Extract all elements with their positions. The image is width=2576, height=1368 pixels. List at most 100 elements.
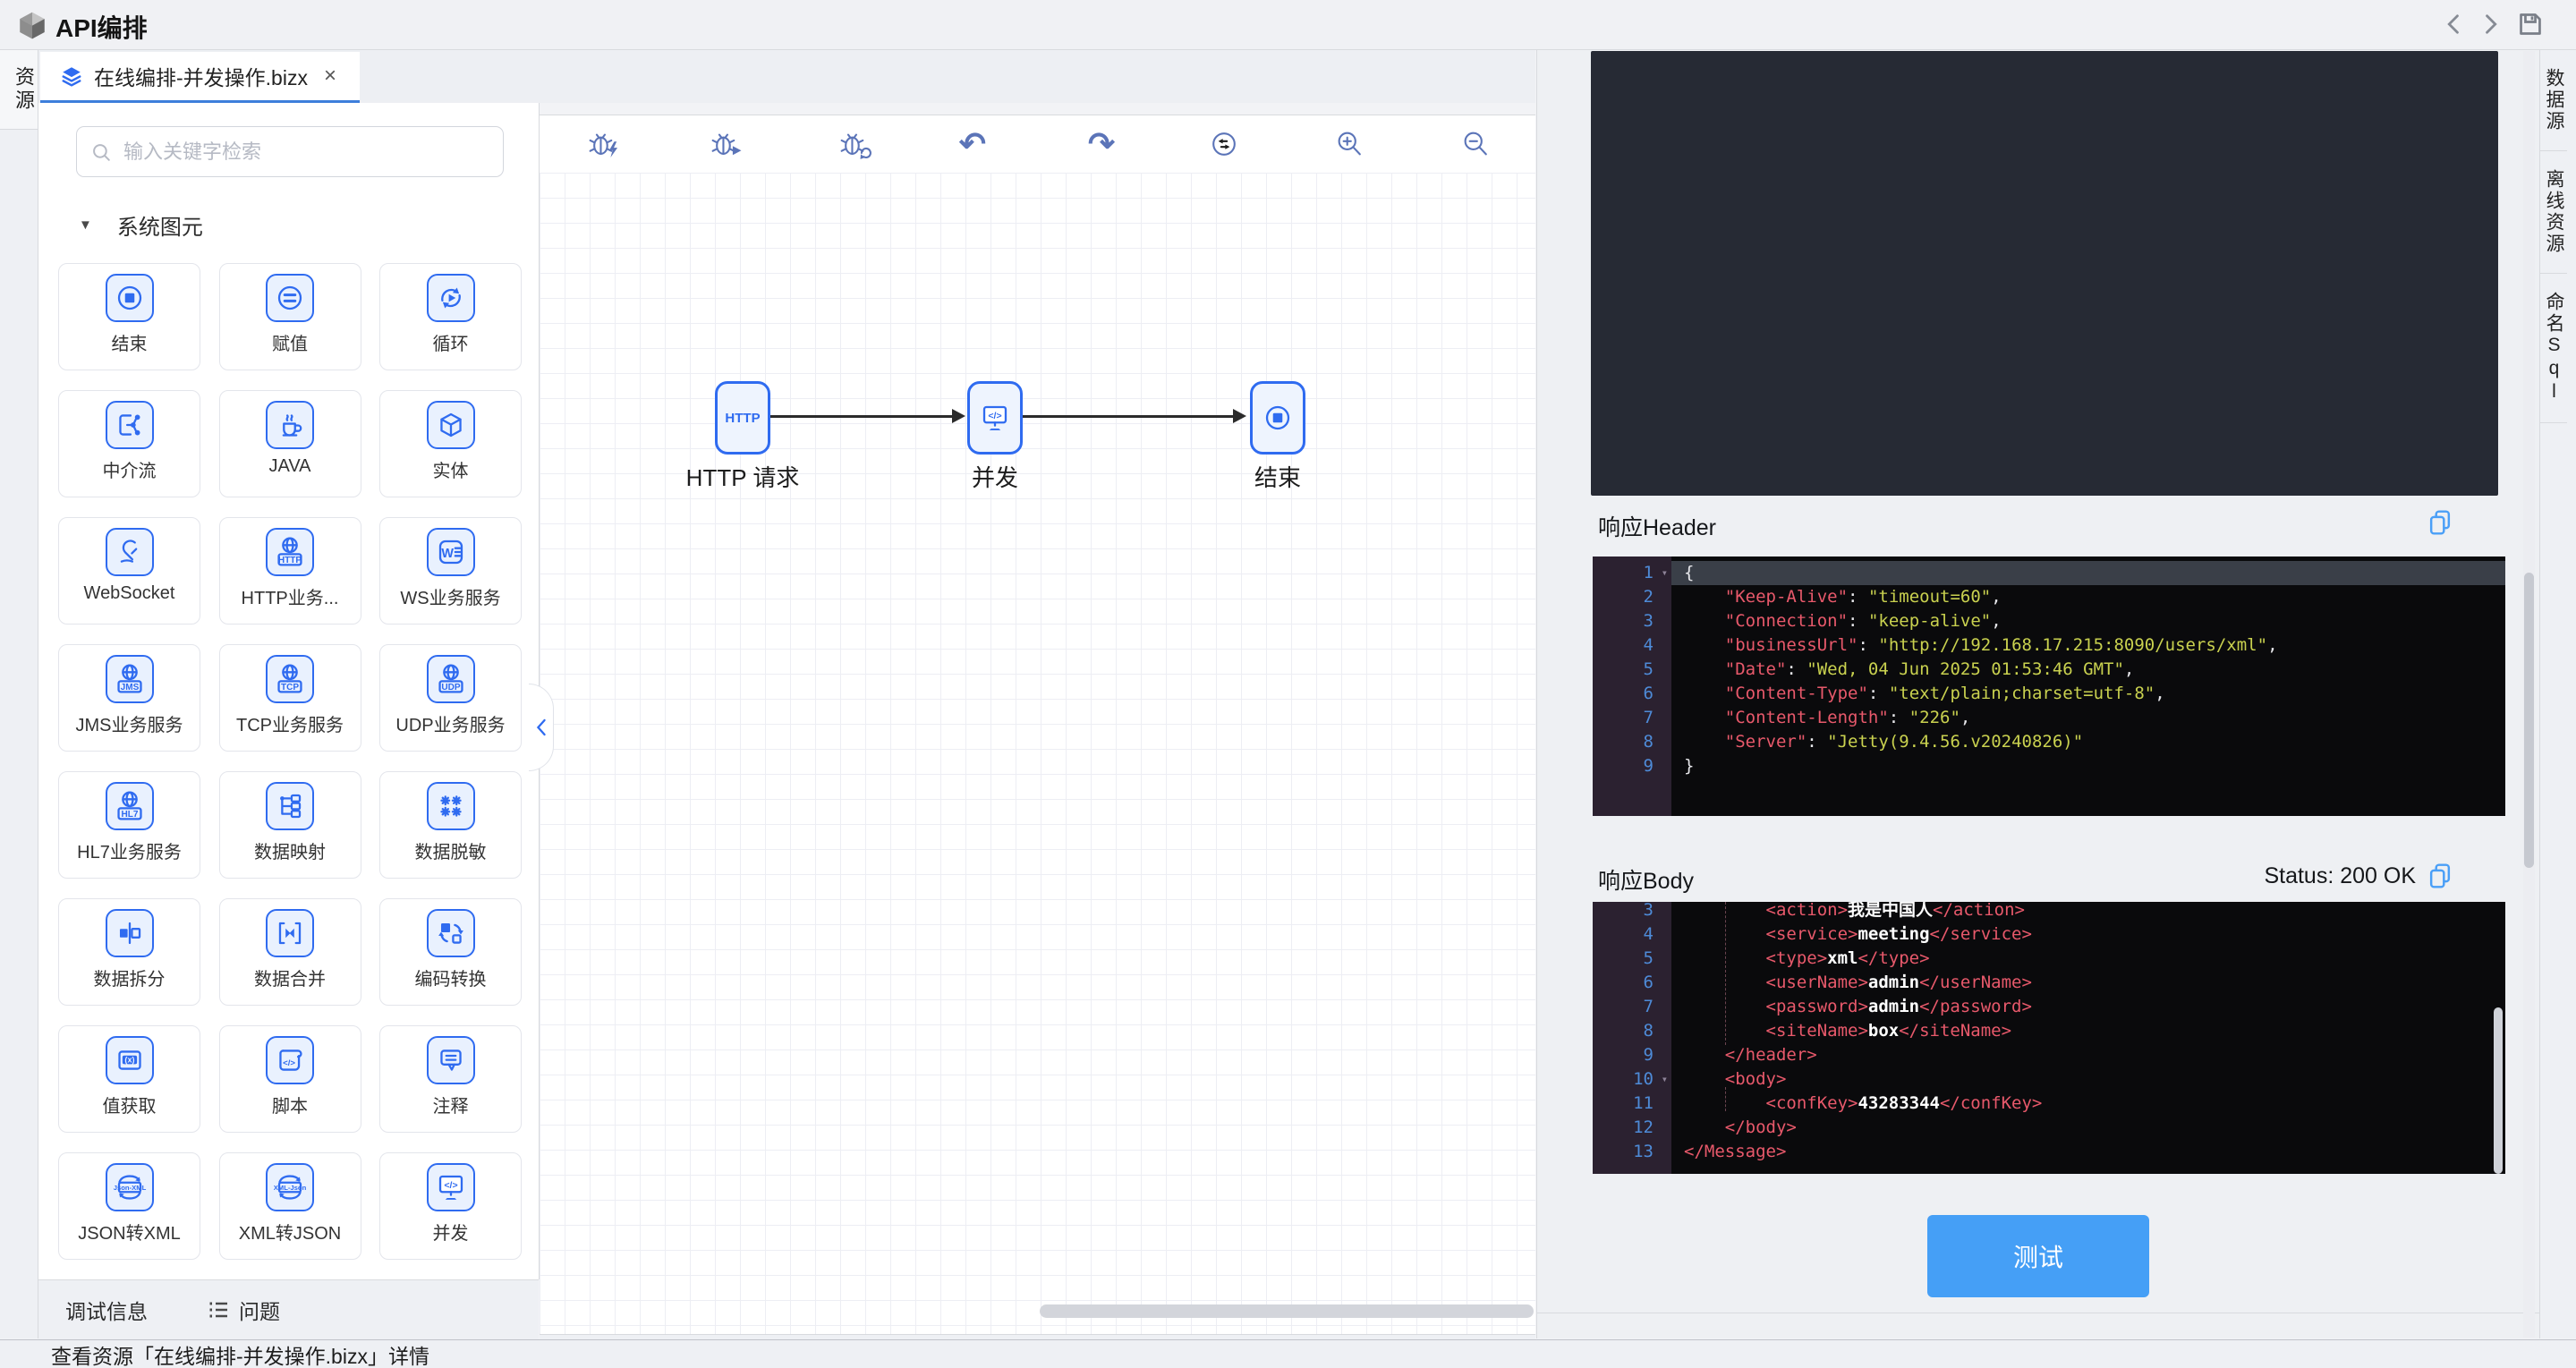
palette-item-label: UDP业务服务 (395, 716, 506, 735)
indent-guide (1725, 1087, 1726, 1111)
palette-item-java[interactable]: JAVA (218, 390, 361, 497)
palette-item-udp-service[interactable]: UDP UDP业务服务 (379, 644, 522, 752)
debug-flash-icon[interactable] (586, 125, 624, 163)
http-service-icon: HTTP (266, 528, 314, 576)
assign-icon (266, 274, 314, 322)
triangle-down-icon[interactable]: ▼ (79, 217, 92, 233)
flow-connector[interactable] (1023, 410, 1246, 422)
palette-item-jms-service[interactable]: JMS JMS业务服务 (58, 644, 200, 752)
line-number: 9 (1643, 756, 1654, 776)
palette-item-encode-convert[interactable]: 编码转换 (379, 898, 522, 1006)
line-number: 4 (1643, 635, 1654, 655)
palette-item-json-to-xml[interactable]: Json-XML JSON转XML (58, 1152, 200, 1260)
data-map-icon (266, 782, 314, 830)
palette-item-label: 注释 (432, 1097, 469, 1117)
editor-scrollbar[interactable] (2494, 1007, 2503, 1174)
swap-horizontal-icon[interactable] (1205, 125, 1243, 163)
response-header-editor[interactable]: 1 ▾ 2 3 4 5 6 7 8 9 { "Keep-Alive": "timeout=60", … (1593, 557, 2505, 816)
concurrent-icon: </> (426, 1163, 475, 1211)
palette-item-data-split[interactable]: 数据拆分 (58, 898, 200, 1006)
palette-item-http-service[interactable]: HTTP HTTP业务... (218, 517, 361, 625)
debug-info-tab[interactable]: 调试信息 (65, 1295, 148, 1325)
canvas-horizontal-scrollbar[interactable] (1040, 1304, 1534, 1318)
palette-item-script[interactable]: </> 脚本 (218, 1025, 361, 1133)
flow-canvas[interactable]: HTTP HTTP 请求 </> 并发 结束 (540, 173, 1535, 1334)
save-icon[interactable] (2516, 10, 2545, 38)
encode-convert-icon (426, 909, 475, 957)
zoom-out-icon[interactable] (1457, 125, 1494, 163)
palette-item-hl7-service[interactable]: HL7 HL7业务服务 (58, 771, 200, 879)
palette-item-data-merge[interactable]: 数据合并 (218, 898, 361, 1006)
palette-collapse-handle[interactable] (529, 684, 554, 771)
fold-toggle-icon[interactable]: ▾ (1662, 1067, 1668, 1092)
svg-text:TCP: TCP (281, 683, 299, 692)
problems-tab[interactable]: 问题 (239, 1295, 280, 1325)
left-sidebar-strip: 资源 (0, 50, 38, 1338)
line-number: 2 (1643, 587, 1654, 607)
fold-toggle-icon[interactable]: ▾ (1662, 561, 1668, 585)
code-line: <password>admin</password> (1765, 997, 2032, 1016)
palette-item-label: WS业务服务 (400, 589, 501, 608)
app-window: API编排 资源 在线编排-并发操作.bizx × ▼ 系统图 (0, 0, 2576, 1368)
palette-item-label: 编码转换 (414, 970, 487, 990)
line-number: 10 ▾ (1593, 1067, 1671, 1092)
sidebar-tab-resources[interactable]: 资源 (0, 50, 38, 130)
palette-item-value-get[interactable]: (x) 值获取 (58, 1025, 200, 1133)
test-button[interactable]: 测试 (1927, 1215, 2149, 1297)
debug-step-icon[interactable] (837, 125, 875, 163)
palette-item-entity[interactable]: 实体 (379, 390, 522, 497)
palette-item-end[interactable]: 结束 (58, 263, 200, 370)
palette-item-mediator[interactable]: 中介流 (58, 390, 200, 497)
list-icon[interactable] (207, 1298, 230, 1321)
palette-section-header[interactable]: ▼ 系统图元 (79, 209, 203, 241)
copy-icon[interactable] (2427, 508, 2453, 537)
script-icon: </> (266, 1036, 314, 1084)
line-number: 7 (1643, 997, 1654, 1016)
debug-run-icon[interactable] (709, 125, 746, 163)
palette-item-xml-to-json[interactable]: XML-Json XML转JSON (218, 1152, 361, 1260)
document-tab[interactable]: 在线编排-并发操作.bizx × (40, 52, 360, 103)
palette-item-ws-service[interactable]: W WS业务服务 (379, 517, 522, 625)
palette-item-tcp-service[interactable]: TCP TCP业务服务 (218, 644, 361, 752)
chevron-right-icon[interactable] (2477, 11, 2504, 38)
undo-icon[interactable]: ↶ (954, 125, 991, 163)
palette-item-label: 结束 (111, 335, 148, 354)
palette-item-label: TCP业务服务 (236, 716, 344, 735)
line-number: 5 (1643, 659, 1654, 679)
palette-item-websocket[interactable]: WebSocket (58, 517, 200, 625)
palette-item-label: 值获取 (102, 1097, 157, 1117)
svg-text:</>: </> (283, 1058, 295, 1068)
flow-node-concurrent[interactable]: </> 并发 (967, 381, 1023, 491)
response-body-editor[interactable]: 3 4 5 6 7 8 9 10 ▾ 11 12 13 <action>我是中国人</action> … (1593, 902, 2505, 1174)
code-line: <siteName>box</siteName> (1765, 1021, 2012, 1041)
flow-connector[interactable] (770, 410, 965, 422)
panel-scrollbar[interactable] (2524, 573, 2534, 868)
chevron-left-icon[interactable] (2441, 11, 2468, 38)
right-tab-datasource[interactable]: 数据源 (2540, 50, 2567, 151)
data-split-icon (105, 909, 154, 957)
tab-close-icon[interactable]: × (324, 65, 336, 87)
copy-icon[interactable] (2427, 862, 2453, 890)
palette-item-comment[interactable]: 注释 (379, 1025, 522, 1133)
request-editor-panel[interactable] (1591, 51, 2498, 496)
palette-item-loop[interactable]: 循环 (379, 263, 522, 370)
search-input[interactable] (122, 139, 465, 165)
right-tab-offline-resources[interactable]: 离线资源 (2540, 151, 2567, 274)
code-line: "businessUrl": "http://192.168.17.215:80… (1724, 635, 2278, 655)
json-to-xml-icon: Json-XML (105, 1163, 154, 1211)
hl7-service-icon: HL7 (105, 782, 154, 830)
mediator-icon (105, 401, 154, 449)
redo-icon[interactable]: ↷ (1083, 125, 1120, 163)
palette-item-assign[interactable]: 赋值 (218, 263, 361, 370)
layers-icon (60, 64, 83, 88)
right-tab-named-sql[interactable]: 命名Sql (2540, 274, 2567, 423)
palette-item-concurrent[interactable]: </> 并发 (379, 1152, 522, 1260)
zoom-in-icon[interactable] (1331, 125, 1368, 163)
flow-node-http-request[interactable]: HTTP HTTP 请求 (686, 381, 799, 491)
palette-item-data-map[interactable]: 数据映射 (218, 771, 361, 879)
flow-node-end[interactable]: 结束 (1250, 381, 1305, 491)
palette-item-data-mask[interactable]: 数据脱敏 (379, 771, 522, 879)
code-line: <body> (1724, 1069, 1787, 1089)
app-logo-icon (18, 11, 47, 39)
flow-node-label: 结束 (1254, 464, 1302, 491)
